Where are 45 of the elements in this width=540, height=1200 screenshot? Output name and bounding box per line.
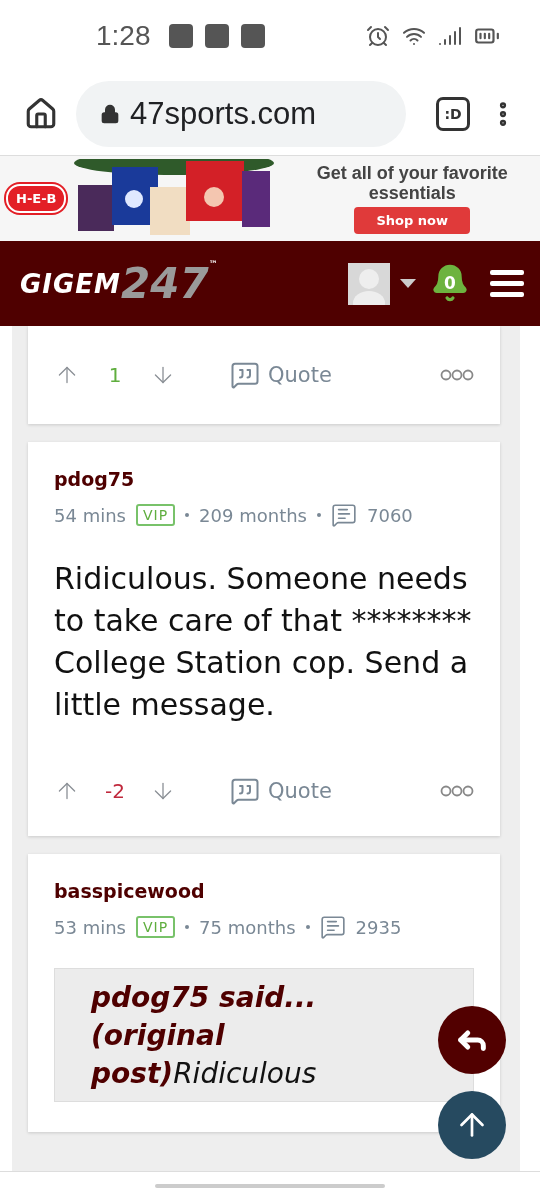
lock-icon xyxy=(100,103,120,124)
tab-switcher-button[interactable]: :D xyxy=(436,96,470,131)
avatar[interactable] xyxy=(348,262,390,305)
post-body: Ridiculous. Someone needs to take care of that ******** College Station cop. Send a little message. xyxy=(54,560,473,724)
posts-icon xyxy=(331,502,357,528)
menu-icon[interactable] xyxy=(490,269,524,298)
quote-button[interactable]: Quote xyxy=(230,360,332,390)
alarm-icon xyxy=(366,24,390,48)
site-logo[interactable]: GIGEM247™ xyxy=(20,259,338,308)
separator-dot xyxy=(317,513,321,517)
quote-icon xyxy=(230,360,260,390)
gesture-handle[interactable] xyxy=(155,1184,385,1188)
post-count: 2935 xyxy=(355,916,402,938)
ad-headline: Get all of your favorite essentials xyxy=(315,163,509,203)
more-options-icon[interactable] xyxy=(440,369,474,381)
author-name[interactable]: basspicewood xyxy=(54,880,474,902)
post-count: 7060 xyxy=(367,504,413,526)
vote-score: -2 xyxy=(104,779,126,803)
notification-icon xyxy=(204,24,229,48)
caret-icon[interactable] xyxy=(400,278,416,289)
shop-now-button[interactable]: Shop now xyxy=(354,207,470,234)
signal-icon xyxy=(438,24,462,48)
post-time: 54 mins xyxy=(54,504,126,526)
vip-badge: VIP xyxy=(135,916,176,938)
clock: 1:28 xyxy=(96,20,151,52)
address-bar[interactable]: 47sports.com xyxy=(76,80,406,147)
post-time: 53 mins xyxy=(54,916,126,938)
home-icon[interactable] xyxy=(24,96,58,131)
member-tenure: 75 months xyxy=(199,916,296,938)
notification-icon xyxy=(240,24,265,48)
ad-banner[interactable]: H-E-B Get all of your favorite essentials Shop now xyxy=(0,155,540,241)
quote-icon xyxy=(230,776,260,806)
quote-button[interactable]: Quote xyxy=(230,776,332,806)
vip-badge: VIP xyxy=(135,504,176,526)
vote-score: 1 xyxy=(107,363,123,387)
separator-dot xyxy=(305,925,310,929)
notification-icon xyxy=(168,24,193,48)
more-options-icon[interactable] xyxy=(440,785,474,797)
separator-dot xyxy=(185,925,190,929)
posts-icon xyxy=(319,914,346,940)
separator-dot xyxy=(185,513,190,517)
member-tenure: 209 months xyxy=(199,504,307,526)
brand-logo: H-E-B xyxy=(6,184,67,213)
author-name[interactable]: pdog75 xyxy=(54,468,474,490)
quoted-post: pdog75 said... (original post)Ridiculous xyxy=(54,968,474,1102)
